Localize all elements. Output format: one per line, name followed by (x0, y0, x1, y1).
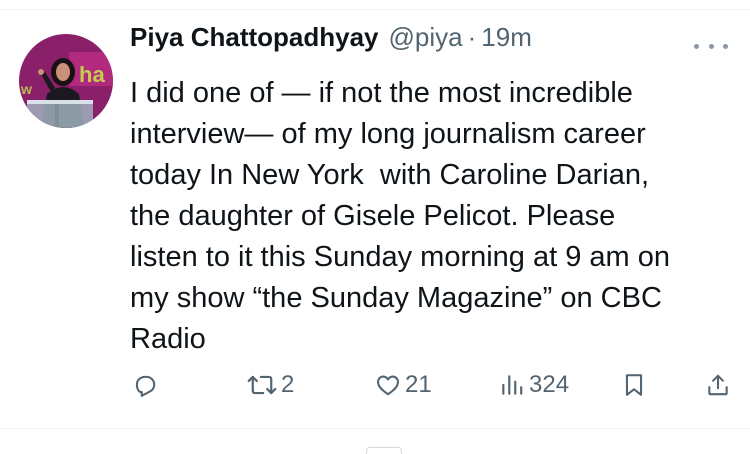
more-dot-icon (708, 43, 714, 49)
tweet-text-line: the daughter of Gisele Pelicot. Please (130, 200, 616, 232)
timestamp[interactable]: 19m (481, 22, 532, 53)
bookmark-button[interactable] (622, 365, 646, 405)
tweet-text-line: listen to it this Sunday morning at 9 am… (130, 241, 671, 273)
views-icon (502, 375, 523, 395)
separator-dot: · (467, 22, 477, 52)
bookmark-icon (625, 374, 643, 396)
repost-count: 2 (281, 371, 295, 398)
repost-icon (247, 375, 277, 395)
share-icon (708, 374, 728, 396)
more-options-button[interactable] (694, 36, 728, 56)
tweet-text-line: interview— of my long journalism career (130, 118, 646, 150)
views-button[interactable]: 324 (499, 365, 569, 405)
action-bar: 2 21 324 (0, 365, 750, 405)
tweet-text-line: today In New York with Caroline Darian, (130, 159, 650, 191)
share-button[interactable] (705, 365, 731, 405)
svg-text:ha: ha (79, 62, 105, 87)
display-name[interactable]: Piya Chattopadhyay (130, 22, 379, 53)
tweet-text: I did one of — if not the most incredibl… (130, 73, 730, 360)
avatar-photo: ha w (19, 34, 113, 128)
like-button[interactable]: 21 (375, 365, 432, 405)
tweet-header: Piya Chattopadhyay @piya · 19m (130, 22, 532, 58)
bottom-divider (0, 428, 750, 429)
avatar[interactable]: ha w (19, 34, 113, 128)
tweet-text-line: my show “the Sunday Magazine” on CBC (130, 282, 662, 314)
more-dot-icon (694, 43, 699, 49)
reply-icon (135, 375, 156, 397)
more-dot-icon (723, 43, 728, 49)
reply-button[interactable] (132, 365, 158, 405)
like-count: 21 (405, 371, 432, 398)
views-count: 324 (529, 371, 570, 398)
tweet-text-line: I did one of — if not the most incredibl… (130, 77, 633, 109)
tweet-text-line: Radio (130, 323, 206, 355)
repost-button[interactable]: 2 (247, 365, 294, 405)
user-handle[interactable]: @piya (389, 22, 463, 53)
svg-text:w: w (20, 81, 32, 97)
heart-icon (377, 375, 399, 396)
